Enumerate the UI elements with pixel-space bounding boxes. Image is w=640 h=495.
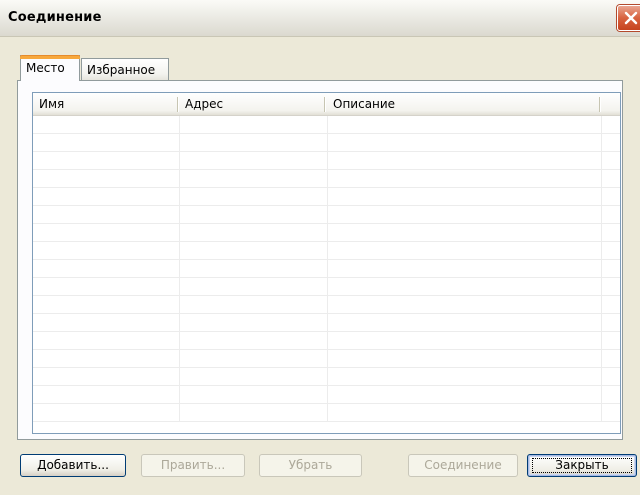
list-row[interactable]	[33, 260, 620, 278]
list-row[interactable]	[33, 278, 620, 296]
window-title: Соединение	[8, 10, 102, 25]
edit-button[interactable]: Править...	[141, 454, 245, 477]
column-header-address[interactable]: Адрес	[179, 93, 327, 115]
list-cell	[328, 206, 602, 223]
close-button[interactable]: Закрыть	[527, 454, 637, 477]
connections-list[interactable]: Имя Адрес Описание	[32, 92, 621, 434]
list-cell	[328, 134, 602, 151]
list-cell	[33, 368, 180, 385]
list-cell	[33, 242, 180, 259]
list-cell	[328, 296, 602, 313]
list-row[interactable]	[33, 188, 620, 206]
tab-place-label: Место	[26, 61, 65, 75]
list-cell	[180, 242, 328, 259]
list-row[interactable]	[33, 332, 620, 350]
list-rows	[33, 116, 620, 422]
column-divider[interactable]	[324, 97, 325, 112]
list-cell	[33, 296, 180, 313]
list-cell	[33, 386, 180, 403]
list-cell	[33, 224, 180, 241]
list-cell	[180, 350, 328, 367]
list-cell	[33, 170, 180, 187]
list-cell	[180, 368, 328, 385]
list-cell	[328, 116, 602, 133]
list-row[interactable]	[33, 368, 620, 386]
tab-favorites-label: Избранное	[87, 63, 156, 77]
close-window-button[interactable]	[617, 5, 640, 31]
list-cell	[180, 332, 328, 349]
list-cell	[33, 116, 180, 133]
focus-ring	[532, 458, 632, 473]
column-header-name[interactable]: Имя	[33, 93, 179, 115]
list-cell	[33, 314, 180, 331]
list-cell	[180, 404, 328, 421]
list-cell	[180, 206, 328, 223]
list-cell	[180, 260, 328, 277]
list-cell	[180, 170, 328, 187]
list-row[interactable]	[33, 314, 620, 332]
column-divider[interactable]	[177, 97, 178, 112]
list-row[interactable]	[33, 242, 620, 260]
list-cell	[33, 278, 180, 295]
list-cell	[33, 134, 180, 151]
tab-favorites[interactable]: Избранное	[81, 58, 169, 80]
list-cell	[180, 278, 328, 295]
list-cell	[33, 152, 180, 169]
list-cell	[328, 242, 602, 259]
list-row[interactable]	[33, 116, 620, 134]
list-cell	[328, 260, 602, 277]
list-cell	[180, 116, 328, 133]
list-cell	[180, 224, 328, 241]
connect-button[interactable]: Соединение	[408, 454, 518, 477]
list-cell	[180, 386, 328, 403]
list-cell	[33, 206, 180, 223]
tab-place[interactable]: Место	[20, 55, 80, 81]
list-cell	[33, 332, 180, 349]
list-cell	[328, 170, 602, 187]
list-row[interactable]	[33, 152, 620, 170]
list-cell	[180, 134, 328, 151]
remove-button[interactable]: Убрать	[259, 454, 362, 477]
list-cell	[328, 404, 602, 421]
list-cell	[33, 404, 180, 421]
list-cell	[180, 188, 328, 205]
list-cell	[328, 314, 602, 331]
column-header-description[interactable]: Описание	[327, 93, 601, 115]
list-cell	[180, 296, 328, 313]
list-row[interactable]	[33, 170, 620, 188]
column-divider[interactable]	[599, 97, 600, 112]
add-button[interactable]: Добавить...	[20, 454, 126, 477]
list-cell	[33, 188, 180, 205]
list-row[interactable]	[33, 404, 620, 422]
list-row[interactable]	[33, 224, 620, 242]
title-bar: Соединение	[0, 0, 640, 37]
list-cell	[33, 260, 180, 277]
list-cell	[328, 188, 602, 205]
list-cell	[180, 314, 328, 331]
list-row[interactable]	[33, 206, 620, 224]
list-cell	[328, 368, 602, 385]
close-icon	[624, 11, 638, 25]
list-row[interactable]	[33, 386, 620, 404]
list-cell	[328, 224, 602, 241]
list-cell	[33, 350, 180, 367]
list-cell	[328, 152, 602, 169]
list-cell	[328, 332, 602, 349]
list-row[interactable]	[33, 350, 620, 368]
list-cell	[328, 386, 602, 403]
list-cell	[328, 350, 602, 367]
list-row[interactable]	[33, 296, 620, 314]
list-row[interactable]	[33, 134, 620, 152]
list-cell	[328, 278, 602, 295]
list-header: Имя Адрес Описание	[33, 93, 620, 116]
list-cell	[180, 152, 328, 169]
